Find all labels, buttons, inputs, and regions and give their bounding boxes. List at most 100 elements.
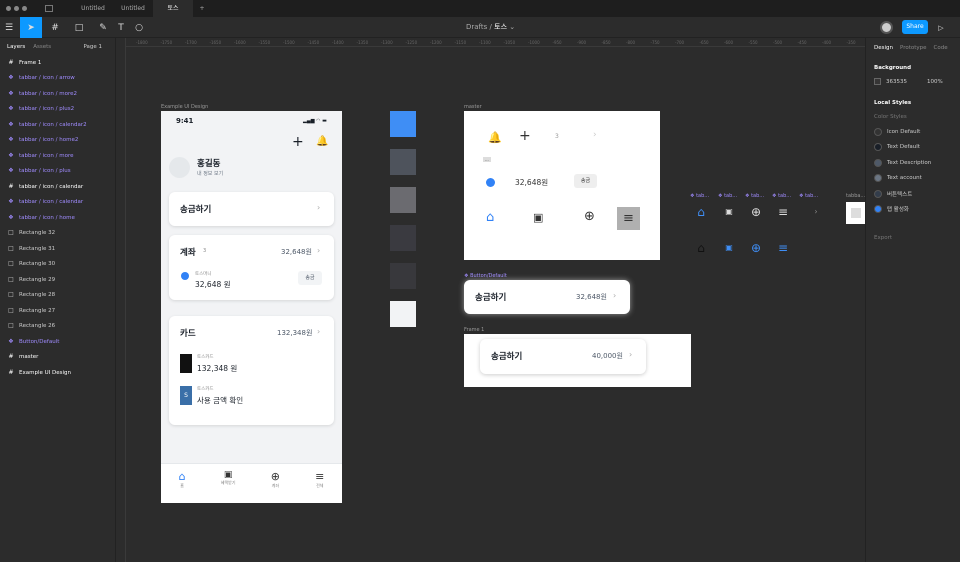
- background-row[interactable]: 363535 100%: [866, 78, 960, 85]
- layer-row[interactable]: ❖ tabbar / icon / calendar2: [0, 117, 115, 133]
- tab-untitled-1[interactable]: Untitled: [73, 5, 113, 12]
- layer-row[interactable]: ❖ tabbar / icon / home2: [0, 133, 115, 149]
- swatch-charcoal-2[interactable]: [390, 263, 416, 289]
- layer-row[interactable]: □ Rectangle 32: [0, 226, 115, 242]
- layer-row[interactable]: # Frame 1: [0, 55, 115, 71]
- close-dot[interactable]: [6, 6, 11, 11]
- layer-row[interactable]: □ Rectangle 27: [0, 303, 115, 319]
- comment-tool-icon[interactable]: ○: [132, 17, 146, 38]
- swatch-light[interactable]: [390, 301, 416, 327]
- frame-tool-icon[interactable]: #: [44, 17, 66, 38]
- layer-row[interactable]: ❖ tabbar / icon / plus2: [0, 102, 115, 118]
- plus-circle-icon[interactable]: ⊕: [750, 242, 762, 254]
- component-label[interactable]: ❖ tab...: [799, 193, 818, 199]
- component-label[interactable]: tabba...: [846, 193, 865, 199]
- layer-row[interactable]: □ Rectangle 29: [0, 272, 115, 288]
- color-style-row[interactable]: Text account: [866, 171, 960, 187]
- nav-account[interactable]: ⊕ 계좌: [271, 470, 280, 503]
- plus2-icon[interactable]: ⊕: [750, 206, 762, 218]
- breadcrumb[interactable]: Drafts / 토스 ⌄: [466, 17, 515, 38]
- example-ui-frame[interactable]: 9:41 ▂▄▆ ◠ ▬ + 🔔 홍길동 내 정보 보기 송금하기 › 계좌 3…: [161, 111, 342, 503]
- more2-icon[interactable]: ≡: [777, 206, 789, 218]
- bell-icon[interactable]: 🔔: [316, 136, 328, 147]
- pen-tool-icon[interactable]: ✎: [92, 17, 114, 38]
- frame-label-master[interactable]: master: [464, 104, 482, 110]
- component-label[interactable]: ❖ tab...: [772, 193, 791, 199]
- master-send-button[interactable]: 송금: [574, 174, 597, 188]
- layer-row[interactable]: ❖ Button/Default: [0, 334, 115, 350]
- calendar2-icon[interactable]: ▣: [723, 206, 735, 218]
- tab-prototype[interactable]: Prototype: [900, 45, 927, 51]
- tabbar-frame[interactable]: [846, 202, 865, 224]
- color-style-row[interactable]: 탭 활성화: [866, 202, 960, 218]
- layer-row[interactable]: □ Rectangle 26: [0, 319, 115, 335]
- maximize-dot[interactable]: [22, 6, 27, 11]
- layer-row[interactable]: □ Rectangle 31: [0, 241, 115, 257]
- text-tool-icon[interactable]: T: [114, 17, 128, 38]
- play-icon[interactable]: ▷: [935, 17, 947, 38]
- profile-sub[interactable]: 내 정보 보기: [197, 170, 223, 177]
- shape-tool-icon[interactable]: □: [68, 17, 90, 38]
- card-section[interactable]: 카드 132,348원 › 토스카드 132,348 원 S 토스카드 사용 금…: [169, 316, 334, 425]
- page-selector[interactable]: Page 1: [83, 44, 102, 50]
- frame1-button[interactable]: 송금하기 40,000원 ›: [480, 339, 646, 374]
- avatar[interactable]: [880, 21, 893, 34]
- more-icon[interactable]: ≡: [777, 242, 789, 254]
- tab-assets[interactable]: Assets: [33, 44, 51, 50]
- layer-row[interactable]: ❖ tabbar / icon / more2: [0, 86, 115, 102]
- move-tool-icon[interactable]: ➤: [20, 17, 42, 38]
- frame-1[interactable]: 송금하기 40,000원 ›: [464, 334, 691, 387]
- tab-toss[interactable]: 토스: [153, 0, 193, 17]
- layer-row[interactable]: ❖ tabbar / icon / more: [0, 148, 115, 164]
- tab-layers[interactable]: Layers: [7, 44, 25, 50]
- send-button[interactable]: 송금: [298, 271, 322, 285]
- tab-untitled-2[interactable]: Untitled: [113, 5, 153, 12]
- nav-home[interactable]: ⌂ 홈: [179, 470, 186, 503]
- nav-all[interactable]: ≡ 전체: [315, 470, 324, 503]
- transfer-card[interactable]: 송금하기 ›: [169, 192, 334, 226]
- background-hex[interactable]: 363535: [886, 79, 907, 85]
- tab-design[interactable]: Design: [874, 45, 893, 51]
- profile-avatar[interactable]: [169, 157, 190, 178]
- layer-row[interactable]: ❖ tabbar / icon / calendar: [0, 195, 115, 211]
- home2-icon[interactable]: ⌂: [695, 206, 707, 218]
- master-frame[interactable]: 🔔 + 3 › ... 32,648원 송금 ⌂ ▣ ⊕ ≡: [464, 111, 660, 260]
- tab-code[interactable]: Code: [934, 45, 948, 51]
- background-opacity[interactable]: 100%: [927, 79, 943, 85]
- color-style-row[interactable]: Text Default: [866, 140, 960, 156]
- button-default-component[interactable]: 송금하기 32,648원 ›: [464, 280, 630, 314]
- layer-row[interactable]: □ Rectangle 30: [0, 257, 115, 273]
- layer-row[interactable]: □ Rectangle 28: [0, 288, 115, 304]
- component-label[interactable]: ❖ tab...: [745, 193, 764, 199]
- arrow-icon[interactable]: ›: [810, 206, 822, 218]
- crumb-parent[interactable]: Drafts: [466, 23, 487, 31]
- share-button[interactable]: Share: [902, 20, 928, 34]
- layer-row[interactable]: ❖ tabbar / icon / home: [0, 210, 115, 226]
- nav-benefit[interactable]: ▣ 혜택받기: [221, 470, 236, 503]
- swatch-blue[interactable]: [390, 111, 416, 137]
- layer-row[interactable]: ❖ tabbar / icon / arrow: [0, 71, 115, 87]
- home-grid-icon[interactable]: [45, 5, 53, 12]
- crumb-current[interactable]: 토스: [494, 23, 507, 31]
- account-card[interactable]: 계좌 3 32,648원 › 토스머니 32,648 원 송금: [169, 235, 334, 300]
- frame-label-example[interactable]: Example UI Design: [161, 104, 208, 110]
- plus-icon[interactable]: +: [292, 134, 304, 150]
- export-title[interactable]: Export: [866, 235, 960, 241]
- layer-row[interactable]: # Example UI Design: [0, 365, 115, 381]
- layer-row[interactable]: # tabbar / icon / calendar: [0, 179, 115, 195]
- layer-row[interactable]: # master: [0, 350, 115, 366]
- minimize-dot[interactable]: [14, 6, 19, 11]
- frame-label-button[interactable]: ❖ Button/Default: [464, 273, 507, 279]
- home-icon[interactable]: ⌂: [695, 242, 707, 254]
- swatch-charcoal[interactable]: [390, 225, 416, 251]
- main-menu-icon[interactable]: ☰: [0, 17, 18, 38]
- layer-row[interactable]: ❖ tabbar / icon / plus: [0, 164, 115, 180]
- color-style-row[interactable]: Text Description: [866, 155, 960, 171]
- color-style-row[interactable]: Icon Default: [866, 124, 960, 140]
- background-swatch[interactable]: [874, 78, 881, 85]
- frame-label-frame1[interactable]: Frame 1: [464, 327, 484, 333]
- component-label[interactable]: ❖ tab...: [718, 193, 737, 199]
- swatch-gray-dark[interactable]: [390, 149, 416, 175]
- calendar-icon[interactable]: ▣: [723, 242, 735, 254]
- swatch-gray[interactable]: [390, 187, 416, 213]
